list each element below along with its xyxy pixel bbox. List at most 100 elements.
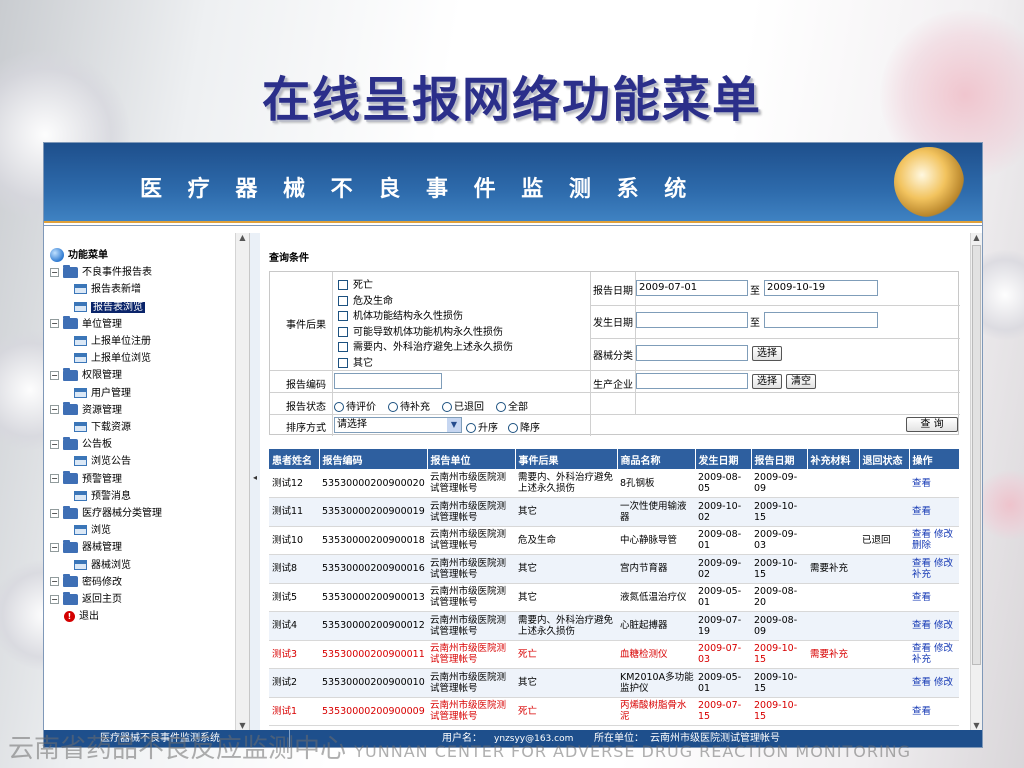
- sort-order-option[interactable]: 降序: [508, 419, 540, 434]
- scroll-up-icon[interactable]: ▲: [236, 233, 249, 242]
- action-link[interactable]: 修改: [934, 620, 953, 631]
- radio[interactable]: [508, 423, 518, 433]
- tree-exit[interactable]: ! 退出: [64, 608, 99, 625]
- action-link[interactable]: 补充: [912, 569, 931, 580]
- checkbox[interactable]: [338, 357, 348, 368]
- action-link[interactable]: 删除: [912, 540, 931, 551]
- tree-group[interactable]: − 不良事件报告表: [50, 264, 152, 281]
- content-scrollbar[interactable]: ▲ ▼: [970, 233, 982, 730]
- event-result-option[interactable]: 可能导致机体功能机构永久性损伤: [338, 323, 503, 338]
- checkbox[interactable]: [338, 280, 348, 290]
- action-link[interactable]: 修改: [934, 558, 953, 569]
- report-date-from-input[interactable]: 2009-07-01: [636, 280, 748, 296]
- column-header[interactable]: 报告编码: [319, 449, 428, 469]
- action-link[interactable]: 查看: [912, 620, 931, 631]
- column-header[interactable]: 操作: [909, 449, 960, 469]
- expand-icon[interactable]: −: [50, 405, 59, 415]
- action-link[interactable]: 查看: [912, 677, 931, 688]
- expand-icon[interactable]: −: [50, 267, 59, 277]
- report-status-option[interactable]: 待补充: [388, 398, 430, 413]
- action-link[interactable]: 补充: [912, 654, 931, 665]
- tree-item[interactable]: 器械浏览: [74, 557, 131, 574]
- tree-item[interactable]: 预警消息: [74, 488, 131, 505]
- tree-item[interactable]: 上报单位注册: [74, 333, 151, 350]
- expand-icon[interactable]: −: [50, 370, 59, 380]
- report-code-input[interactable]: [334, 373, 442, 389]
- action-link[interactable]: 查看: [912, 643, 931, 654]
- tree-item[interactable]: 浏览: [74, 522, 111, 539]
- expand-icon[interactable]: −: [50, 319, 59, 329]
- tree-item[interactable]: 报告表浏览: [74, 299, 145, 316]
- scroll-up-icon[interactable]: ▲: [971, 233, 982, 242]
- tree-group[interactable]: − 返回主页: [50, 591, 122, 608]
- report-status-option[interactable]: 全部: [496, 398, 528, 413]
- tree-item[interactable]: 用户管理: [74, 385, 131, 402]
- action-link[interactable]: 修改: [934, 529, 953, 540]
- tree-item[interactable]: 报告表新增: [74, 281, 141, 298]
- search-button[interactable]: 查 询: [906, 417, 958, 432]
- scroll-thumb[interactable]: [972, 245, 981, 665]
- column-header[interactable]: 报告日期: [751, 449, 808, 469]
- radio[interactable]: [334, 402, 344, 412]
- radio[interactable]: [466, 423, 476, 433]
- manufacturer-clear-button[interactable]: 清空: [786, 374, 816, 389]
- tree-group[interactable]: − 资源管理: [50, 402, 122, 419]
- scroll-down-icon[interactable]: ▼: [971, 721, 982, 730]
- column-header[interactable]: 报告单位: [427, 449, 516, 469]
- action-link[interactable]: 查看: [912, 706, 931, 717]
- checkbox[interactable]: [338, 311, 348, 321]
- tree-group[interactable]: − 预警管理: [50, 471, 122, 488]
- expand-icon[interactable]: −: [50, 474, 59, 484]
- occur-date-from-input[interactable]: [636, 312, 748, 328]
- radio[interactable]: [496, 402, 506, 412]
- sort-select[interactable]: 请选择 ▼: [334, 417, 462, 433]
- checkbox[interactable]: [338, 295, 348, 306]
- action-link[interactable]: 查看: [912, 592, 931, 603]
- event-result-option[interactable]: 机体功能结构永久性损伤: [338, 307, 463, 322]
- column-header[interactable]: 事件后果: [515, 449, 618, 469]
- expand-icon[interactable]: −: [50, 508, 59, 518]
- column-header[interactable]: 患者姓名: [269, 449, 320, 469]
- tree-group[interactable]: − 权限管理: [50, 367, 122, 384]
- device-class-input[interactable]: [636, 345, 748, 361]
- event-result-option[interactable]: 死亡: [338, 276, 373, 291]
- occur-date-to-input[interactable]: [764, 312, 878, 328]
- column-header[interactable]: 补充材料: [807, 449, 860, 469]
- report-date-to-input[interactable]: 2009-10-19: [764, 280, 878, 296]
- column-header[interactable]: 退回状态: [859, 449, 910, 469]
- expand-icon[interactable]: −: [50, 577, 59, 587]
- tree-group[interactable]: − 单位管理: [50, 316, 122, 333]
- tree-group[interactable]: − 密码修改: [50, 574, 122, 591]
- action-link[interactable]: 查看: [912, 529, 931, 540]
- expand-icon[interactable]: −: [50, 594, 59, 604]
- checkbox[interactable]: [338, 342, 348, 352]
- report-status-option[interactable]: 已退回: [442, 398, 484, 413]
- device-class-select-button[interactable]: 选择: [752, 346, 782, 361]
- action-link[interactable]: 查看: [912, 558, 931, 569]
- expand-icon[interactable]: −: [50, 439, 59, 449]
- radio[interactable]: [442, 402, 452, 412]
- event-result-option[interactable]: 其它: [338, 354, 373, 369]
- manufacturer-select-button[interactable]: 选择: [752, 374, 782, 389]
- checkbox[interactable]: [338, 326, 348, 337]
- tree-group[interactable]: − 医疗器械分类管理: [50, 505, 162, 522]
- expand-icon[interactable]: −: [50, 542, 59, 552]
- tree-group[interactable]: − 器械管理: [50, 539, 122, 556]
- radio[interactable]: [388, 402, 398, 412]
- report-status-option[interactable]: 待评价: [334, 398, 376, 413]
- manufacturer-input[interactable]: [636, 373, 748, 389]
- tree-item[interactable]: 下载资源: [74, 419, 131, 436]
- event-result-option[interactable]: 需要内、外科治疗避免上述永久损伤: [338, 338, 513, 353]
- tree-group[interactable]: − 公告板: [50, 436, 112, 453]
- sidebar-collapse-toggle[interactable]: ◂: [250, 233, 260, 730]
- action-link[interactable]: 查看: [912, 478, 931, 489]
- action-link[interactable]: 修改: [934, 677, 953, 688]
- action-link[interactable]: 查看: [912, 506, 931, 517]
- column-header[interactable]: 发生日期: [695, 449, 752, 469]
- action-link[interactable]: 修改: [934, 643, 953, 654]
- sort-order-option[interactable]: 升序: [466, 419, 498, 434]
- tree-item[interactable]: 上报单位浏览: [74, 350, 151, 367]
- column-header[interactable]: 商品名称: [617, 449, 696, 469]
- tree-item[interactable]: 浏览公告: [74, 453, 131, 470]
- event-result-option[interactable]: 危及生命: [338, 292, 393, 307]
